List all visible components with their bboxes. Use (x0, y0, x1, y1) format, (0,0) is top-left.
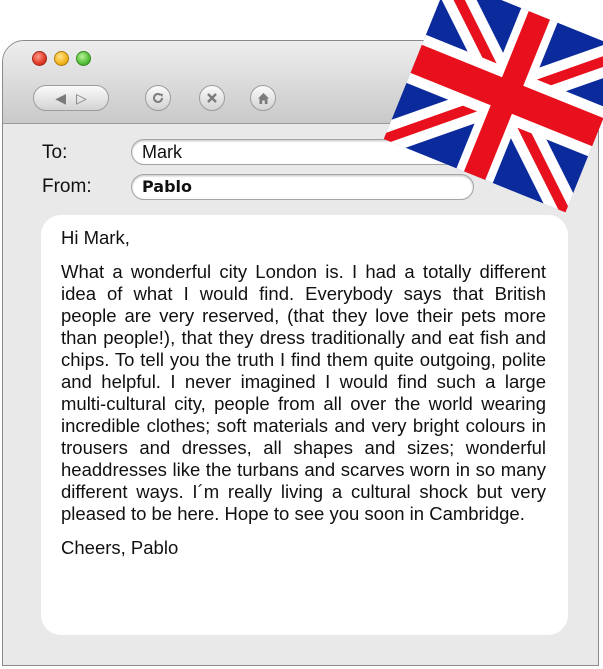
zoom-window-button[interactable] (76, 51, 91, 66)
forward-button[interactable]: ▷ (76, 90, 87, 107)
message-body[interactable]: Hi Mark, What a wonderful city London is… (41, 215, 568, 635)
closing-text: Cheers, Pablo (61, 537, 179, 558)
home-icon (257, 92, 269, 104)
stop-button[interactable] (199, 85, 225, 111)
back-forward-control: ◀ ▷ (33, 85, 109, 111)
home-button[interactable] (250, 85, 276, 111)
back-button[interactable]: ◀ (55, 90, 66, 107)
message-text: What a wonderful city London is. I had a… (61, 261, 546, 524)
reload-icon (153, 92, 163, 103)
from-label: From: (42, 176, 92, 197)
minimize-window-button[interactable] (54, 51, 69, 66)
from-field[interactable]: Pablo (131, 174, 474, 200)
close-icon (207, 93, 217, 103)
reload-button[interactable] (145, 85, 171, 111)
greeting-text: Hi Mark, (61, 227, 130, 248)
close-window-button[interactable] (32, 51, 47, 66)
to-label: To: (42, 142, 68, 163)
